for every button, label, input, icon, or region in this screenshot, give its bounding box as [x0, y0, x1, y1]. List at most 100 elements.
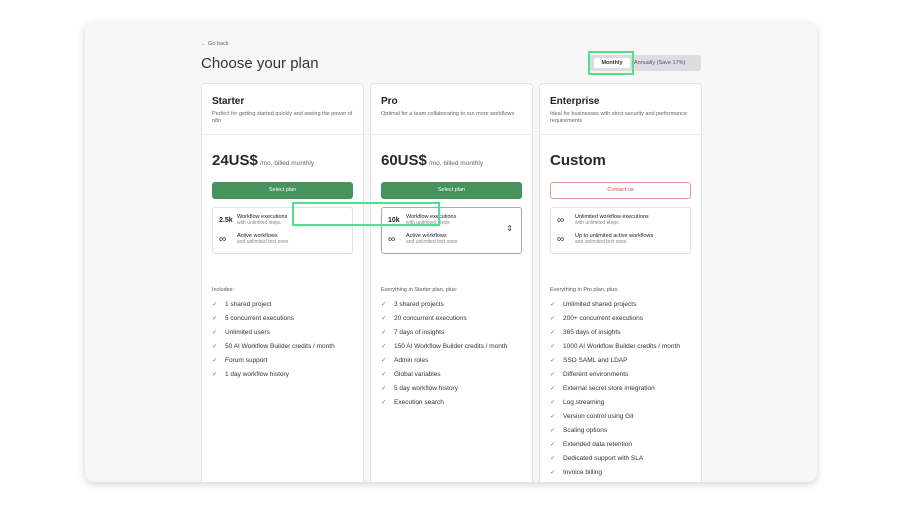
infinity-icon: ∞ — [557, 214, 565, 226]
check-icon: ✓ — [212, 357, 218, 364]
workflows-sub: and unlimited test ones — [406, 239, 458, 245]
check-icon: ✓ — [550, 385, 556, 392]
plan-selection-window: ← Go back Choose your plan Monthly Annua… — [85, 23, 817, 482]
select-plan-highlight — [292, 202, 440, 226]
price-suffix: /mo, billed monthly — [259, 160, 315, 167]
list-item: ✓ 3 shared projects — [381, 301, 529, 315]
annually-option[interactable]: Annually (Save 17%) — [634, 58, 685, 68]
plan-name: Starter — [212, 96, 245, 107]
check-icon: ✓ — [381, 357, 387, 364]
features-list: ✓ 1 shared project ✓ 5 concurrent executio… — [212, 301, 360, 385]
plan-price: 24US$/mo, billed monthly — [212, 152, 314, 169]
features-intro: Everything in Pro plan, plus: — [550, 287, 619, 293]
executions-row: ∞ Unlimited workflow executions with unli… — [557, 214, 649, 226]
billing-toggle: Monthly Annually (Save 17%) — [588, 51, 701, 75]
list-item: ✓ Execution search — [381, 399, 529, 413]
check-icon: ✓ — [550, 315, 556, 322]
workflows-row: ∞ Active workflows and unlimited test one… — [388, 233, 457, 245]
check-icon: ✓ — [381, 343, 387, 350]
check-icon: ✓ — [550, 469, 556, 476]
check-icon: ✓ — [381, 385, 387, 392]
list-item: ✓ 365 days of insights — [550, 329, 698, 343]
executions-count: 2.5k — [219, 216, 233, 224]
plan-card-header: Enterprise Ideal for businesses with str… — [540, 84, 701, 135]
check-icon: ✓ — [212, 301, 218, 308]
infinity-icon: ∞ — [219, 233, 227, 245]
features-intro: Includes: — [212, 287, 235, 293]
list-item: ✓ External secret store integration — [550, 385, 698, 399]
price-amount: Custom — [550, 152, 606, 169]
features-list: ✓ Unlimited shared projects ✓ 200+ concurr… — [550, 301, 698, 482]
workflows-row: ∞ Up to unlimited active workflows and un… — [557, 233, 653, 245]
price-amount: 24US$ — [212, 152, 258, 169]
list-item: ✓ 200+ concurrent executions — [550, 315, 698, 329]
go-back-link[interactable]: ← Go back — [201, 41, 229, 47]
list-item: ✓ Unlimited shared projects — [550, 301, 698, 315]
check-icon: ✓ — [550, 427, 556, 434]
check-icon: ✓ — [550, 441, 556, 448]
list-item: ✓ 20 concurrent executions — [381, 315, 529, 329]
chevron-updown-icon[interactable]: ⇕ — [506, 224, 513, 233]
check-icon: ✓ — [550, 371, 556, 378]
features-list: ✓ 3 shared projects ✓ 20 concurrent execut… — [381, 301, 529, 413]
plan-card-header: Pro Optimal for a team collaborating to … — [371, 84, 532, 135]
executions-row: 2.5k Workflow executions with unlimited s… — [219, 214, 287, 226]
check-icon: ✓ — [550, 343, 556, 350]
check-icon: ✓ — [212, 371, 218, 378]
list-item: ✓ 1000 AI Workflow Builder credits / mont… — [550, 343, 698, 357]
select-plan-button[interactable]: Select plan — [212, 182, 353, 199]
infinity-icon: ∞ — [557, 233, 565, 245]
list-item: ✓ 50 AI Workflow Builder credits / month — [212, 343, 360, 357]
list-item: ✓ Version control using Git — [550, 413, 698, 427]
check-icon: ✓ — [550, 455, 556, 462]
plan-card-enterprise: Enterprise Ideal for businesses with str… — [539, 83, 702, 482]
list-item: ✓ SSO SAML and LDAP — [550, 357, 698, 371]
executions-sub: with unlimited steps — [237, 220, 281, 226]
workflows-sub: and unlimited test ones — [575, 239, 627, 245]
plan-price: Custom — [550, 152, 606, 169]
list-item: ✓ Forum support — [212, 357, 360, 371]
list-item: ✓ Invoice billing — [550, 469, 698, 482]
check-icon: ✓ — [212, 343, 218, 350]
price-amount: 60US$ — [381, 152, 427, 169]
plan-description: Perfect for getting started quickly and … — [212, 111, 353, 124]
select-plan-button[interactable]: Select plan — [381, 182, 522, 199]
list-item: ✓ Different environments — [550, 371, 698, 385]
check-icon: ✓ — [212, 315, 218, 322]
list-item: ✓ Log streaming — [550, 399, 698, 413]
price-suffix: /mo, billed monthly — [428, 160, 484, 167]
workflows-row: ∞ Active workflows and unlimited test one… — [219, 233, 288, 245]
check-icon: ✓ — [212, 329, 218, 336]
plan-description: Optimal for a team collaborating to run … — [381, 111, 515, 117]
check-icon: ✓ — [381, 371, 387, 378]
workflows-sub: and unlimited test ones — [237, 239, 289, 245]
check-icon: ✓ — [381, 315, 387, 322]
list-item: ✓ Admin roles — [381, 357, 529, 371]
plan-card-starter: Starter Perfect for getting started quic… — [201, 83, 364, 482]
list-item: ✓ 150 AI Workflow Builder credits / month — [381, 343, 529, 357]
check-icon: ✓ — [381, 301, 387, 308]
list-item: ✓ 5 concurrent executions — [212, 315, 360, 329]
plan-name: Enterprise — [550, 96, 600, 107]
plan-name: Pro — [381, 96, 398, 107]
list-item: ✓ 7 days of insights — [381, 329, 529, 343]
list-item: ✓ Unlimited users — [212, 329, 360, 343]
executions-sub: with unlimited steps — [575, 220, 619, 226]
check-icon: ✓ — [550, 357, 556, 364]
check-icon: ✓ — [550, 301, 556, 308]
features-intro: Everything in Starter plan, plus: — [381, 287, 458, 293]
infinity-icon: ∞ — [388, 233, 396, 245]
list-item: ✓ 5 day workflow history — [381, 385, 529, 399]
check-icon: ✓ — [550, 329, 556, 336]
page-title: Choose your plan — [201, 55, 319, 72]
plan-card-pro: Pro Optimal for a team collaborating to … — [370, 83, 533, 482]
list-item: ✓ Global variables — [381, 371, 529, 385]
check-icon: ✓ — [550, 399, 556, 406]
check-icon: ✓ — [550, 413, 556, 420]
check-icon: ✓ — [381, 329, 387, 336]
monthly-highlight — [588, 51, 634, 75]
quota-box: ∞ Unlimited workflow executions with unli… — [550, 207, 691, 254]
list-item: ✓ Extended data retention — [550, 441, 698, 455]
plan-price: 60US$/mo, billed monthly — [381, 152, 483, 169]
contact-us-button[interactable]: Contact us — [550, 182, 691, 199]
